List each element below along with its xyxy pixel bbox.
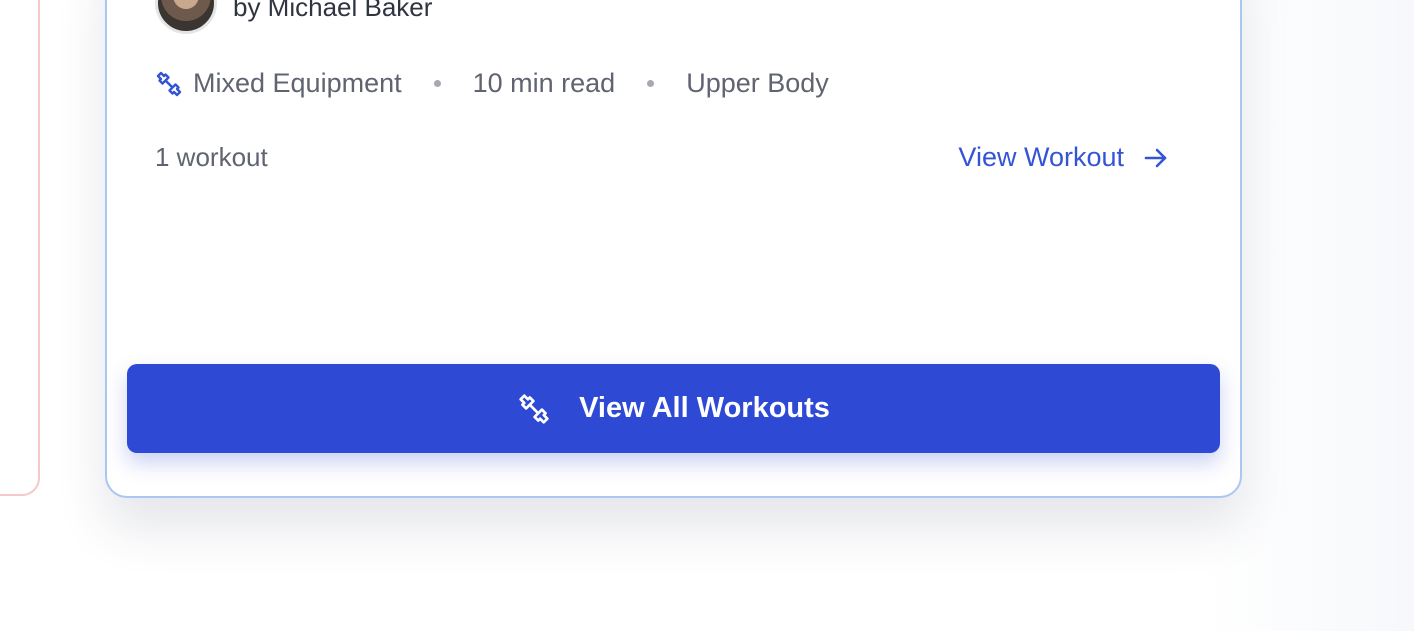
equipment-label: Mixed Equipment [193, 68, 402, 98]
read-time: 10 min read [472, 68, 616, 98]
author-name: by Michael Baker [233, 0, 433, 22]
dumbbell-icon [155, 70, 183, 98]
workout-count: 1 workout [155, 142, 268, 172]
avatar [155, 0, 217, 34]
workout-card: by Michael Baker Mixed Equipment 10 min … [105, 0, 1242, 498]
meta-row: Mixed Equipment 10 min read Upper Body [155, 68, 829, 99]
view-all-workouts-button[interactable]: View All Workouts [127, 364, 1220, 453]
adjacent-card[interactable] [0, 0, 40, 496]
page: by Michael Baker Mixed Equipment 10 min … [0, 0, 1414, 631]
dumbbell-icon [517, 392, 551, 426]
separator-dot [647, 80, 655, 87]
view-workout-label: View Workout [958, 142, 1124, 172]
view-workout-link[interactable]: View Workout [958, 142, 1170, 173]
arrow-right-icon [1142, 144, 1170, 172]
body-part: Upper Body [686, 68, 829, 98]
card-footer: 1 workout View Workout [155, 142, 1170, 173]
view-all-workouts-label: View All Workouts [579, 392, 830, 424]
separator-dot [433, 80, 441, 87]
author-row: by Michael Baker [155, 0, 432, 34]
